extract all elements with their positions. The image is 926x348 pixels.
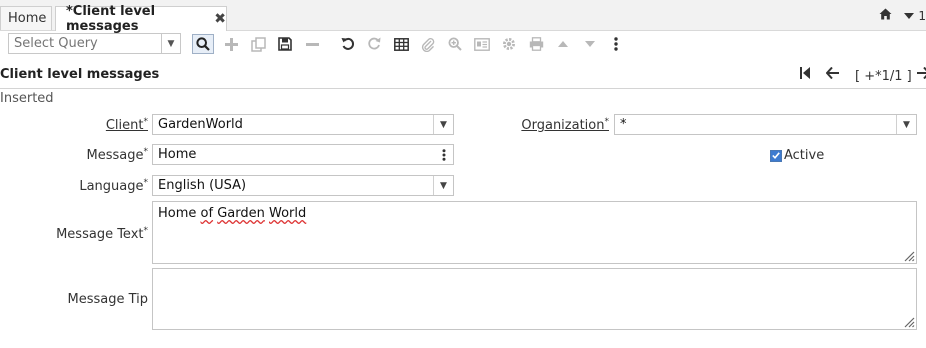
caret-down-icon bbox=[904, 12, 915, 19]
required-mark: * bbox=[604, 117, 610, 127]
check-icon bbox=[772, 152, 780, 159]
report-button[interactable] bbox=[471, 34, 493, 54]
active-label: Active bbox=[784, 148, 825, 163]
chevron-down-icon[interactable]: ▼ bbox=[896, 115, 916, 134]
next-button[interactable] bbox=[917, 67, 926, 79]
message-text-word: Garden bbox=[217, 206, 265, 221]
undo-icon bbox=[341, 37, 355, 50]
message-tip-area[interactable] bbox=[152, 268, 917, 330]
required-mark: * bbox=[143, 178, 149, 188]
organization-field[interactable]: * ▼ bbox=[614, 114, 917, 135]
window-controls: 1 bbox=[879, 8, 926, 23]
previous-button[interactable] bbox=[826, 67, 839, 79]
arrow-left-icon bbox=[826, 67, 839, 79]
header-divider bbox=[0, 88, 926, 89]
window-list-dropdown[interactable]: 1 bbox=[904, 9, 926, 23]
zoom-in-icon bbox=[448, 37, 462, 51]
resize-handle-icon[interactable] bbox=[903, 250, 915, 262]
search-icon bbox=[196, 37, 210, 51]
language-field[interactable]: English (USA) ▼ bbox=[152, 175, 454, 196]
copy-record-button[interactable] bbox=[247, 34, 269, 54]
organization-value: * bbox=[620, 117, 627, 132]
message-label: Message* bbox=[60, 147, 148, 163]
more-actions-button[interactable] bbox=[605, 34, 627, 54]
message-text-area[interactable]: Home of Garden World bbox=[152, 201, 917, 264]
plus-icon bbox=[224, 37, 238, 51]
arrow-right-icon bbox=[917, 67, 926, 79]
print-button[interactable] bbox=[525, 34, 547, 54]
required-mark: * bbox=[143, 147, 149, 157]
client-label-text: Client bbox=[105, 118, 144, 133]
client-value: GardenWorld bbox=[158, 117, 243, 132]
select-query-input[interactable] bbox=[9, 34, 169, 53]
grid-toggle-button[interactable] bbox=[390, 34, 412, 54]
search-button[interactable] bbox=[192, 34, 214, 54]
refresh-icon bbox=[368, 37, 381, 50]
active-checkbox-wrapper[interactable]: Active bbox=[770, 148, 824, 163]
caret-down-icon bbox=[585, 41, 595, 47]
organization-label-text: Organization bbox=[521, 118, 605, 133]
attachment-button[interactable] bbox=[417, 34, 439, 54]
message-value: Home bbox=[158, 147, 197, 162]
save-icon bbox=[278, 37, 292, 51]
new-record-button[interactable] bbox=[220, 34, 242, 54]
status-text: Inserted bbox=[0, 91, 54, 106]
message-text-word: of bbox=[200, 206, 214, 221]
caret-up-icon bbox=[558, 41, 568, 47]
select-query-combobox[interactable]: ▼ bbox=[8, 33, 181, 54]
delete-record-button[interactable] bbox=[301, 34, 323, 54]
refresh-button[interactable] bbox=[363, 34, 385, 54]
next-record-button[interactable] bbox=[579, 34, 601, 54]
message-field[interactable]: Home bbox=[152, 144, 454, 165]
chevron-down-icon[interactable]: ▼ bbox=[433, 115, 453, 134]
message-text-label-text: Message Text bbox=[56, 227, 144, 242]
minus-icon bbox=[305, 42, 319, 46]
language-value: English (USA) bbox=[158, 178, 247, 193]
tab-home-label: Home bbox=[8, 11, 47, 26]
home-icon[interactable] bbox=[879, 8, 892, 23]
message-text-word: Home bbox=[158, 206, 197, 221]
organization-label[interactable]: Organization* bbox=[500, 117, 609, 133]
record-navigator: [ +*1/1 ] bbox=[855, 69, 912, 84]
required-mark: * bbox=[143, 117, 149, 127]
language-label: Language* bbox=[60, 178, 148, 194]
message-text-value: Home of Garden World bbox=[158, 206, 306, 221]
zoom-across-button[interactable] bbox=[444, 34, 466, 54]
message-text-label: Message Text* bbox=[40, 226, 148, 242]
first-record-icon bbox=[800, 67, 810, 79]
client-field[interactable]: GardenWorld ▼ bbox=[152, 114, 454, 135]
message-tip-label-text: Message Tip bbox=[67, 292, 148, 307]
vertical-ellipsis-icon bbox=[614, 37, 618, 51]
tab-client-level-messages[interactable]: *Client level messages ✖ bbox=[55, 4, 227, 34]
page-title: Client level messages bbox=[0, 67, 160, 82]
active-checkbox[interactable] bbox=[770, 149, 782, 162]
paperclip-icon bbox=[421, 37, 435, 52]
message-label-text: Message bbox=[86, 148, 144, 163]
chevron-down-icon[interactable]: ▼ bbox=[161, 34, 180, 53]
language-label-text: Language bbox=[79, 179, 144, 194]
required-mark: * bbox=[143, 226, 149, 236]
tab-active-label: *Client level messages bbox=[66, 4, 156, 34]
vertical-ellipsis-icon[interactable] bbox=[434, 145, 453, 164]
tab-home[interactable]: Home bbox=[0, 6, 52, 30]
close-icon[interactable]: ✖ bbox=[214, 11, 226, 27]
first-record-button[interactable] bbox=[800, 67, 810, 79]
previous-record-button[interactable] bbox=[552, 34, 574, 54]
window-count: 1 bbox=[918, 8, 926, 23]
gear-icon bbox=[503, 38, 515, 50]
message-tip-label: Message Tip bbox=[40, 292, 148, 307]
printer-icon bbox=[529, 37, 543, 51]
undo-button[interactable] bbox=[337, 34, 359, 54]
copy-icon bbox=[250, 36, 266, 52]
save-button[interactable] bbox=[274, 34, 296, 54]
report-icon bbox=[474, 37, 490, 51]
process-button[interactable] bbox=[498, 34, 520, 54]
message-text-word: World bbox=[269, 206, 307, 221]
grid-icon bbox=[393, 37, 409, 51]
resize-handle-icon[interactable] bbox=[903, 316, 915, 328]
client-label[interactable]: Client* bbox=[60, 117, 148, 133]
chevron-down-icon[interactable]: ▼ bbox=[433, 176, 453, 195]
